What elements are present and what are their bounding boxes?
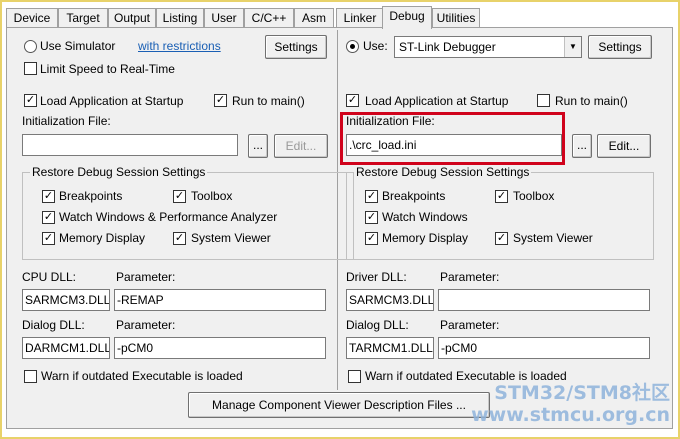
init-file-edit-button[interactable]: Edit...	[274, 134, 328, 158]
right-memory-display-label: Memory Display	[382, 231, 469, 245]
use-simulator-radio[interactable]	[24, 40, 37, 53]
right-system-viewer-label: System Viewer	[513, 231, 593, 245]
right-toolbox-checkbox[interactable]: ✓	[495, 190, 508, 203]
highlight-box	[340, 112, 565, 165]
tab-cpp[interactable]: C/C++	[244, 8, 294, 27]
memory-display-label: Memory Display	[59, 231, 146, 245]
toolbox-label: Toolbox	[191, 189, 233, 203]
init-file-label: Initialization File:	[22, 114, 111, 128]
watch-windows-label: Watch Windows & Performance Analyzer	[59, 210, 278, 224]
tab-listing[interactable]: Listing	[156, 8, 204, 27]
right-dialog-parameter-label: Parameter:	[440, 318, 500, 332]
cpu-dll-label: CPU DLL:	[22, 270, 77, 284]
init-file-browse-button[interactable]: ...	[248, 134, 268, 158]
tab-target[interactable]: Target	[58, 8, 108, 27]
system-viewer-label: System Viewer	[191, 231, 271, 245]
dialog-parameter-label: Parameter:	[116, 318, 176, 332]
watch-windows-checkbox[interactable]: ✓	[42, 211, 55, 224]
use-label: Use:	[363, 39, 388, 53]
warn-outdated-checkbox[interactable]	[24, 370, 37, 383]
tab-output[interactable]: Output	[108, 8, 156, 27]
cpu-dll-input[interactable]: SARMCM3.DLL	[22, 289, 110, 311]
right-run-to-main-label: Run to main()	[555, 94, 628, 108]
run-to-main-label: Run to main()	[232, 94, 305, 108]
tab-device[interactable]: Device	[6, 8, 58, 27]
breakpoints-label: Breakpoints	[59, 189, 123, 203]
right-dialog-parameter-input[interactable]: -pCM0	[438, 337, 650, 359]
system-viewer-checkbox[interactable]: ✓	[173, 232, 186, 245]
driver-dll-label: Driver DLL:	[346, 270, 407, 284]
right-system-viewer-checkbox[interactable]: ✓	[495, 232, 508, 245]
right-watch-windows-checkbox[interactable]: ✓	[365, 211, 378, 224]
right-run-to-main-checkbox[interactable]	[537, 94, 550, 107]
right-init-file-edit-button[interactable]: Edit...	[597, 134, 651, 158]
with-restrictions-link[interactable]: with restrictions	[138, 39, 221, 53]
right-watch-windows-label: Watch Windows	[382, 210, 468, 224]
tab-debug[interactable]: Debug	[382, 6, 432, 29]
watermark-line2: www.stmcu.org.cn	[471, 404, 670, 426]
dialog-dll-label: Dialog DLL:	[22, 318, 85, 332]
tab-linker[interactable]: Linker	[336, 8, 384, 27]
right-load-app-checkbox[interactable]: ✓	[346, 94, 359, 107]
use-debugger-radio[interactable]	[346, 40, 359, 53]
memory-display-checkbox[interactable]: ✓	[42, 232, 55, 245]
tab-asm[interactable]: Asm	[294, 8, 334, 27]
driver-parameter-label: Parameter:	[440, 270, 500, 284]
tab-utilities[interactable]: Utilities	[432, 8, 480, 27]
restore-settings-title: Restore Debug Session Settings	[30, 165, 208, 179]
warn-outdated-label: Warn if outdated Executable is loaded	[41, 369, 243, 383]
debugger-select-value: ST-Link Debugger	[399, 40, 496, 54]
watermark-line1: STM32/STM8社区	[494, 382, 670, 404]
load-app-label: Load Application at Startup	[40, 94, 184, 108]
tab-user[interactable]: User	[204, 8, 244, 27]
right-breakpoints-label: Breakpoints	[382, 189, 446, 203]
debugger-settings-button[interactable]: Settings	[588, 35, 652, 59]
cpu-parameter-label: Parameter:	[116, 270, 176, 284]
manage-component-viewer-button[interactable]: Manage Component Viewer Description File…	[188, 392, 490, 418]
init-file-input[interactable]	[22, 134, 238, 156]
driver-parameter-input[interactable]	[438, 289, 650, 311]
breakpoints-checkbox[interactable]: ✓	[42, 190, 55, 203]
use-simulator-label: Use Simulator	[40, 39, 116, 53]
dialog-dll-input[interactable]: DARMCM1.DLL	[22, 337, 110, 359]
right-restore-settings-title: Restore Debug Session Settings	[354, 165, 532, 179]
simulator-settings-button[interactable]: Settings	[265, 35, 327, 59]
right-toolbox-label: Toolbox	[513, 189, 555, 203]
right-dialog-dll-label: Dialog DLL:	[346, 318, 409, 332]
cpu-parameter-input[interactable]: -REMAP	[114, 289, 326, 311]
limit-speed-checkbox[interactable]	[24, 62, 37, 75]
right-dialog-dll-input[interactable]: TARMCM1.DLL	[346, 337, 434, 359]
debugger-select[interactable]: ST-Link Debugger ▼	[394, 36, 582, 58]
right-load-app-label: Load Application at Startup	[365, 94, 509, 108]
right-init-file-browse-button[interactable]: ...	[572, 134, 592, 158]
right-warn-outdated-checkbox[interactable]	[348, 370, 361, 383]
dialog-parameter-input[interactable]: -pCM0	[114, 337, 326, 359]
load-app-checkbox[interactable]: ✓	[24, 94, 37, 107]
run-to-main-checkbox[interactable]: ✓	[214, 94, 227, 107]
driver-dll-input[interactable]: SARMCM3.DLL	[346, 289, 434, 311]
limit-speed-label: Limit Speed to Real-Time	[40, 62, 175, 76]
right-breakpoints-checkbox[interactable]: ✓	[365, 190, 378, 203]
toolbox-checkbox[interactable]: ✓	[173, 190, 186, 203]
chevron-down-icon: ▼	[564, 37, 581, 57]
right-memory-display-checkbox[interactable]: ✓	[365, 232, 378, 245]
